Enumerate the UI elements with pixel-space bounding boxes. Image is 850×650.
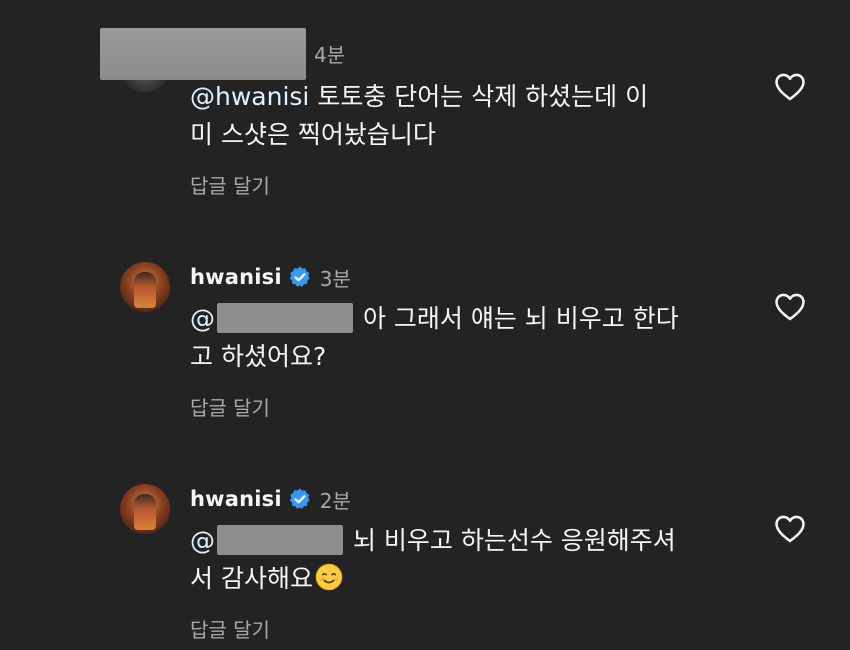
verified-badge-icon (289, 266, 310, 287)
reply-button[interactable]: 답글 달기 (190, 614, 270, 643)
mention-link[interactable]: @hwanisi (190, 82, 309, 111)
smiling-face-emoji (315, 563, 343, 591)
comment-time: 2분 (319, 488, 351, 513)
comment-text: @hwanisi 토토충 단어는 삭제 하셨는데 이 미 스샷은 찍어놨습니다 (190, 78, 648, 154)
comment-text: @ 아 그래서 얘는 뇌 비우고 한다 고 하셨어요? (190, 300, 679, 376)
comment-text-line2: 고 하셨어요? (190, 342, 327, 371)
avatar[interactable] (120, 262, 170, 312)
comments-screen: 4분 @hwanisi 토토충 단어는 삭제 하셨는데 이 미 스샷은 찍어놨습… (0, 0, 850, 650)
mention-link[interactable]: @ (190, 526, 215, 555)
comment-text-line1: 뇌 비우고 하는선수 응원해주셔 (352, 526, 676, 555)
redacted-mention (217, 303, 353, 333)
comment-header: hwanisi 2분 (190, 484, 351, 514)
comment-text-line1: 아 그래서 얘는 뇌 비우고 한다 (362, 304, 679, 333)
reply-button[interactable]: 답글 달기 (190, 392, 270, 421)
verified-badge-icon (289, 488, 310, 509)
avatar[interactable] (120, 484, 170, 534)
comment-username[interactable]: hwanisi (190, 265, 282, 289)
comment-username[interactable]: hwanisi (190, 487, 282, 511)
comment-text-line1: 토토충 단어는 삭제 하셨는데 이 (309, 82, 649, 111)
mention-link[interactable]: @ (190, 304, 215, 333)
heart-outline-icon[interactable] (772, 512, 808, 546)
comment-text: @ 뇌 비우고 하는선수 응원해주셔 서 감사해요 (190, 522, 676, 598)
comment-time: 4분 (314, 42, 346, 67)
profile-avatar-icon (134, 494, 156, 530)
reply-button[interactable]: 답글 달기 (190, 170, 270, 199)
comment-header: hwanisi 3분 (190, 262, 351, 292)
comment-time: 3분 (319, 266, 351, 291)
comment-header: 4분 (314, 38, 345, 68)
profile-avatar-icon (134, 272, 156, 308)
redacted-username (100, 28, 306, 80)
comment-text-line2: 서 감사해요 (190, 564, 313, 593)
heart-outline-icon[interactable] (772, 70, 808, 104)
redacted-mention (217, 525, 343, 555)
comment-text-line2: 미 스샷은 찍어놨습니다 (190, 120, 436, 149)
heart-outline-icon[interactable] (772, 290, 808, 324)
